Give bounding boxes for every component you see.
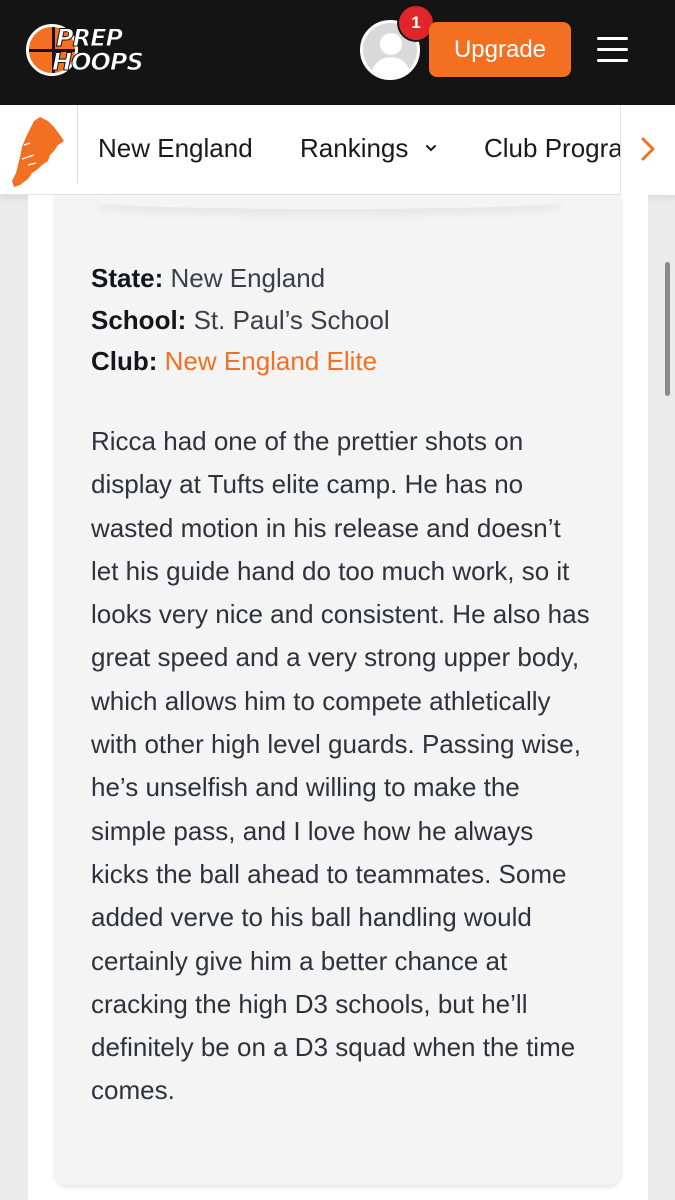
upgrade-button[interactable]: Upgrade [429,22,571,77]
nav-club-programs[interactable]: Club Programs [484,133,620,164]
state-value: New England [170,263,326,293]
club-line: Club: New England Elite [91,346,377,377]
chevron-down-icon[interactable] [424,141,438,155]
logo-text-hoops: HOOPS [52,48,145,76]
chevron-right-icon [641,137,655,161]
top-header: PREP HOOPS 1 Upgrade [0,0,675,105]
club-link[interactable]: New England Elite [165,346,377,376]
state-label: State: [91,263,164,293]
subnav-divider [77,105,78,183]
scroll-right-button[interactable] [620,105,675,195]
school-value: St. Paul’s School [193,305,390,335]
club-label: Club: [91,346,158,376]
card-shadow [100,195,560,209]
nav-rankings[interactable]: Rankings [300,133,408,164]
school-label: School: [91,305,187,335]
logo-text-prep: PREP [55,24,123,52]
nav-new-england[interactable]: New England [98,133,253,164]
notification-badge[interactable]: 1 [399,6,433,40]
school-line: School: St. Paul’s School [91,305,390,336]
scouting-report: Ricca had one of the prettier shots on d… [91,426,590,1106]
new-england-map-icon[interactable] [10,115,66,189]
state-line: State: New England [91,263,325,294]
scrollbar[interactable] [665,262,670,396]
sub-navigation: New England Rankings Club Programs [0,105,675,195]
hamburger-menu-icon[interactable] [597,37,628,63]
prep-hoops-logo[interactable]: PREP HOOPS [26,20,162,78]
